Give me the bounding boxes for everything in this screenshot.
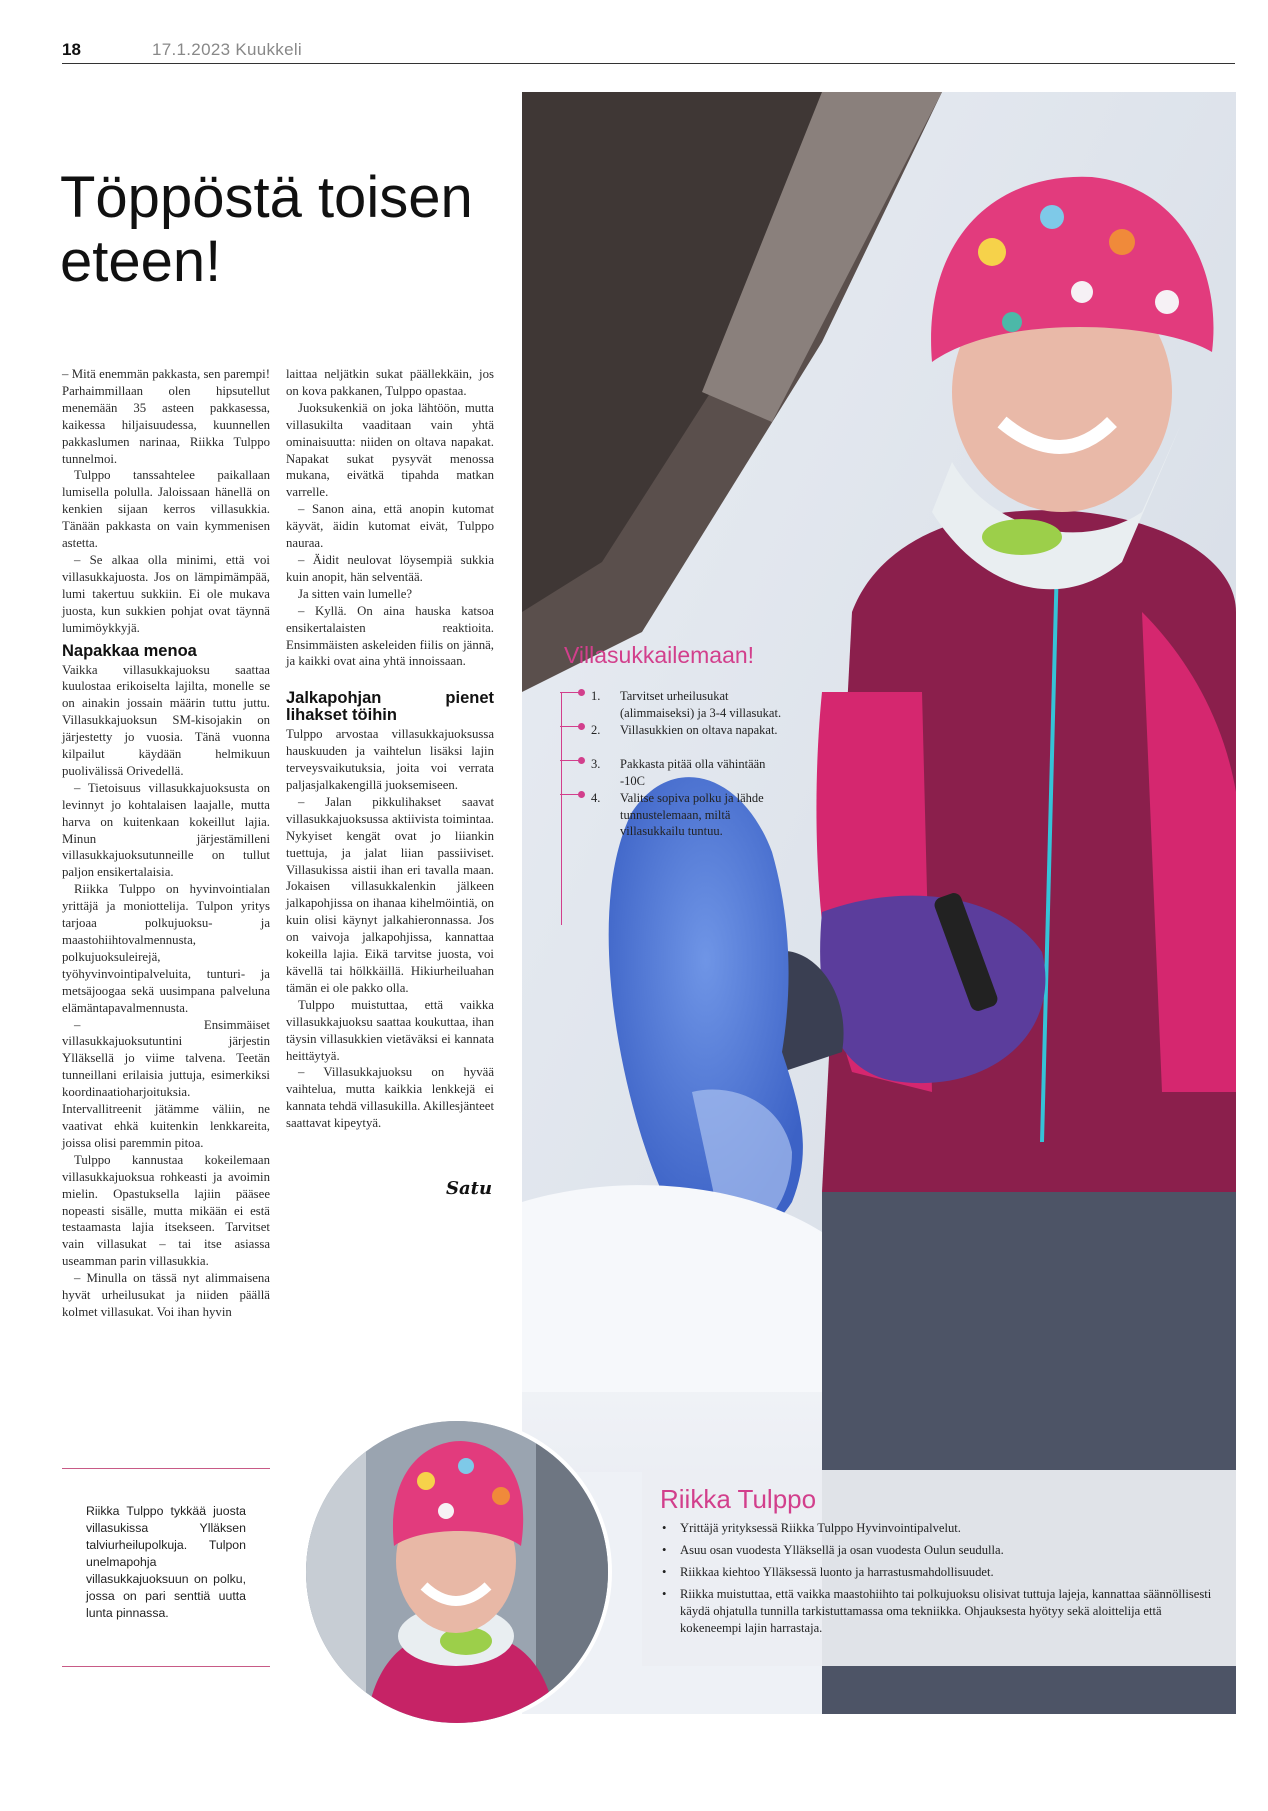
author-signature: Satu [446,1178,493,1199]
item-number: 2. [591,723,601,737]
paragraph: Riikka Tulppo on hyvinvointialan yrittäj… [62,882,270,1015]
bio-name: Riikka Tulppo [660,1484,817,1514]
bio-item: Riikkaa kiehtoo Ylläksessä luonto ja har… [662,1564,1222,1581]
caption-rule-bottom [62,1666,270,1667]
item-number: 4. [591,791,601,805]
subheading: Jalkapohjan pienet lihakset töihin [286,689,494,725]
paragraph: – Äidit neulovat löysempiä sukkia kuin a… [286,552,494,584]
infobox-title: Villasukkailemaan! [564,642,755,668]
paragraph: – Mitä enemmän pakkasta, sen parempi! Pa… [62,367,270,466]
bio-item: Asuu osan vuodesta Ylläksellä ja osan vu… [662,1542,1222,1559]
article-column-1: – Mitä enemmän pakkasta, sen parempi! Pa… [62,366,270,1321]
portrait-photo [302,1417,612,1727]
item-number: 3. [591,757,601,771]
paragraph: Ja sitten vain lumelle? [298,586,413,601]
page-number: 18 [62,40,81,59]
bullet-dot-icon [560,757,585,764]
bio-item: Riikka muistuttaa, että vaikka maastohii… [662,1586,1222,1637]
paragraph: – Tietoisuus villasukkajuoksusta on levi… [62,780,270,880]
item-text: Tarvitset urheilusukat (alimmaiseksi) ja… [620,689,782,720]
paragraph: – Sanon aina, että anopin kutomat käyvät… [286,502,494,551]
photo-caption: Riikka Tulppo tykkää juosta villasukissa… [86,1504,246,1620]
paragraph: – Ensimmäiset villasukkajuoksutuntini jä… [62,1017,270,1150]
header-rule [62,63,1235,64]
bullet-dot-icon [560,791,585,798]
bio-item: Yrittäjä yrityksessä Riikka Tulppo Hyvin… [662,1520,1222,1537]
caption-rule-top [62,1468,270,1469]
infobox-vertical-line [561,693,562,925]
paragraph: Juoksukenkiä on joka lähtöön, mutta vill… [286,400,494,500]
paragraph: Tulppo arvostaa villasukkajuoksussa haus… [286,727,494,793]
bullet-dot-icon [560,689,585,696]
paragraph: – Jalan pikkulihakset saavat villasukkaj… [286,794,494,995]
item-text: Pakkasta pitää olla vähintään -10C [620,757,766,788]
article-title: Töppöstä toisen eteen! [60,165,473,294]
item-text: Villasukkien on oltava napakat. [620,723,778,737]
issue-date: 17.1.2023 Kuukkeli [152,40,303,59]
bio-list: Yrittäjä yrityksessä Riikka Tulppo Hyvin… [662,1520,1222,1642]
article-column-2: laittaa neljätkin sukat päällekkäin, jos… [286,366,494,1132]
paragraph: – Villasukkajuoksu on hyvää vaihtelua, m… [286,1065,494,1131]
item-text: Valitse sopiva polku ja lähde tunnustele… [620,791,764,838]
subheading: Napakkaa menoa [62,641,197,660]
item-number: 1. [591,689,601,703]
paragraph: Tulppo kannustaa kokeilemaan villasukkaj… [62,1152,270,1269]
paragraph: – Kyllä. On aina hauska katsoa ensikerta… [286,603,494,669]
bullet-dot-icon [560,723,585,730]
paragraph: – Se alkaa olla minimi, että voi villasu… [62,552,270,635]
paragraph: – Minulla on tässä nyt alimmaisena hyvät… [62,1271,270,1319]
paragraph: Vaikka villasukkajuoksu saattaa kuulosta… [62,662,270,778]
paragraph: laittaa neljätkin sukat päällekkäin, jos… [286,367,494,398]
paragraph: Tulppo tanssahtelee paikallaan lumisella… [62,468,270,551]
paragraph: Tulppo muistuttaa, että vaikka villasukk… [286,997,494,1063]
